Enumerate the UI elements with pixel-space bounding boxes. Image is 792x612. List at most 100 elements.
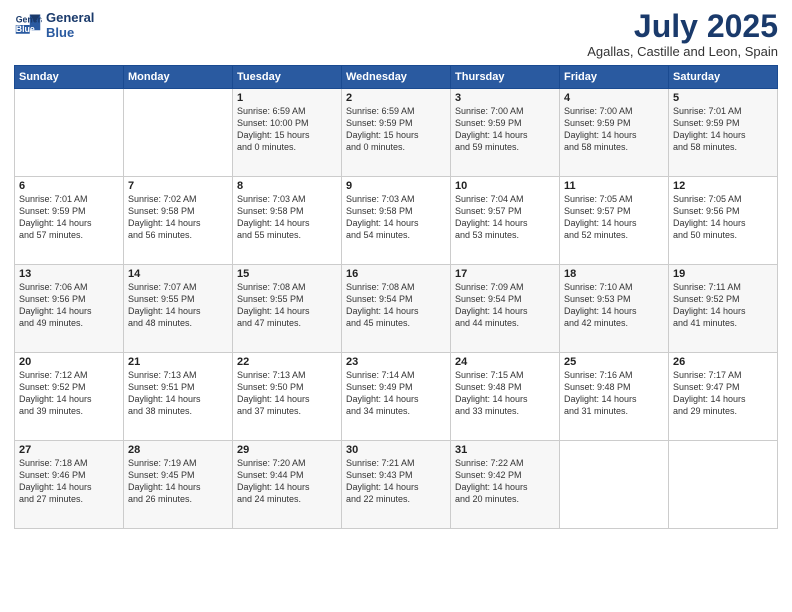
day-number: 11 <box>564 180 664 192</box>
day-number: 28 <box>128 444 228 456</box>
day-number: 17 <box>455 268 555 280</box>
day-number: 1 <box>237 92 337 104</box>
day-number: 27 <box>19 444 119 456</box>
day-number: 6 <box>19 180 119 192</box>
calendar-table: SundayMondayTuesdayWednesdayThursdayFrid… <box>14 65 778 529</box>
day-cell: 21Sunrise: 7:13 AMSunset: 9:51 PMDayligh… <box>124 353 233 441</box>
day-number: 29 <box>237 444 337 456</box>
day-number: 2 <box>346 92 446 104</box>
header-cell-friday: Friday <box>560 66 669 89</box>
day-cell: 4Sunrise: 7:00 AMSunset: 9:59 PMDaylight… <box>560 89 669 177</box>
day-number: 22 <box>237 356 337 368</box>
day-content: Sunrise: 7:13 AMSunset: 9:50 PMDaylight:… <box>237 369 337 418</box>
day-cell: 30Sunrise: 7:21 AMSunset: 9:43 PMDayligh… <box>342 441 451 529</box>
page: General Blue General Blue July 2025 Agal… <box>0 0 792 612</box>
day-cell: 18Sunrise: 7:10 AMSunset: 9:53 PMDayligh… <box>560 265 669 353</box>
day-number: 31 <box>455 444 555 456</box>
day-content: Sunrise: 7:10 AMSunset: 9:53 PMDaylight:… <box>564 281 664 330</box>
header-row: SundayMondayTuesdayWednesdayThursdayFrid… <box>15 66 778 89</box>
day-content: Sunrise: 7:00 AMSunset: 9:59 PMDaylight:… <box>455 105 555 154</box>
header-cell-wednesday: Wednesday <box>342 66 451 89</box>
day-content: Sunrise: 7:15 AMSunset: 9:48 PMDaylight:… <box>455 369 555 418</box>
day-cell: 28Sunrise: 7:19 AMSunset: 9:45 PMDayligh… <box>124 441 233 529</box>
day-cell: 23Sunrise: 7:14 AMSunset: 9:49 PMDayligh… <box>342 353 451 441</box>
svg-text:Blue: Blue <box>16 24 35 34</box>
day-cell: 7Sunrise: 7:02 AMSunset: 9:58 PMDaylight… <box>124 177 233 265</box>
week-row-1: 1Sunrise: 6:59 AMSunset: 10:00 PMDayligh… <box>15 89 778 177</box>
day-number: 13 <box>19 268 119 280</box>
day-content: Sunrise: 7:22 AMSunset: 9:42 PMDaylight:… <box>455 457 555 506</box>
day-content: Sunrise: 7:08 AMSunset: 9:55 PMDaylight:… <box>237 281 337 330</box>
day-content: Sunrise: 7:18 AMSunset: 9:46 PMDaylight:… <box>19 457 119 506</box>
day-number: 15 <box>237 268 337 280</box>
day-cell <box>560 441 669 529</box>
day-cell: 14Sunrise: 7:07 AMSunset: 9:55 PMDayligh… <box>124 265 233 353</box>
day-content: Sunrise: 7:16 AMSunset: 9:48 PMDaylight:… <box>564 369 664 418</box>
day-cell <box>124 89 233 177</box>
day-number: 19 <box>673 268 773 280</box>
day-content: Sunrise: 7:03 AMSunset: 9:58 PMDaylight:… <box>346 193 446 242</box>
day-cell: 24Sunrise: 7:15 AMSunset: 9:48 PMDayligh… <box>451 353 560 441</box>
day-number: 30 <box>346 444 446 456</box>
day-content: Sunrise: 6:59 AMSunset: 10:00 PMDaylight… <box>237 105 337 154</box>
week-row-2: 6Sunrise: 7:01 AMSunset: 9:59 PMDaylight… <box>15 177 778 265</box>
header-cell-thursday: Thursday <box>451 66 560 89</box>
day-content: Sunrise: 7:12 AMSunset: 9:52 PMDaylight:… <box>19 369 119 418</box>
day-cell: 31Sunrise: 7:22 AMSunset: 9:42 PMDayligh… <box>451 441 560 529</box>
day-content: Sunrise: 6:59 AMSunset: 9:59 PMDaylight:… <box>346 105 446 154</box>
day-cell: 27Sunrise: 7:18 AMSunset: 9:46 PMDayligh… <box>15 441 124 529</box>
day-content: Sunrise: 7:13 AMSunset: 9:51 PMDaylight:… <box>128 369 228 418</box>
calendar-subtitle: Agallas, Castille and Leon, Spain <box>587 44 778 59</box>
day-content: Sunrise: 7:04 AMSunset: 9:57 PMDaylight:… <box>455 193 555 242</box>
day-number: 3 <box>455 92 555 104</box>
day-content: Sunrise: 7:01 AMSunset: 9:59 PMDaylight:… <box>19 193 119 242</box>
svg-text:General: General <box>16 14 42 24</box>
day-cell: 19Sunrise: 7:11 AMSunset: 9:52 PMDayligh… <box>669 265 778 353</box>
day-number: 21 <box>128 356 228 368</box>
day-cell: 8Sunrise: 7:03 AMSunset: 9:58 PMDaylight… <box>233 177 342 265</box>
day-number: 16 <box>346 268 446 280</box>
day-cell: 11Sunrise: 7:05 AMSunset: 9:57 PMDayligh… <box>560 177 669 265</box>
day-cell: 29Sunrise: 7:20 AMSunset: 9:44 PMDayligh… <box>233 441 342 529</box>
day-cell: 17Sunrise: 7:09 AMSunset: 9:54 PMDayligh… <box>451 265 560 353</box>
day-cell: 10Sunrise: 7:04 AMSunset: 9:57 PMDayligh… <box>451 177 560 265</box>
day-content: Sunrise: 7:06 AMSunset: 9:56 PMDaylight:… <box>19 281 119 330</box>
day-content: Sunrise: 7:19 AMSunset: 9:45 PMDaylight:… <box>128 457 228 506</box>
day-number: 25 <box>564 356 664 368</box>
header: General Blue General Blue July 2025 Agal… <box>14 10 778 59</box>
day-number: 23 <box>346 356 446 368</box>
calendar-title: July 2025 <box>587 10 778 42</box>
header-cell-monday: Monday <box>124 66 233 89</box>
logo-text-general: General <box>46 10 94 25</box>
day-cell: 16Sunrise: 7:08 AMSunset: 9:54 PMDayligh… <box>342 265 451 353</box>
day-number: 18 <box>564 268 664 280</box>
day-content: Sunrise: 7:01 AMSunset: 9:59 PMDaylight:… <box>673 105 773 154</box>
day-number: 24 <box>455 356 555 368</box>
day-content: Sunrise: 7:05 AMSunset: 9:57 PMDaylight:… <box>564 193 664 242</box>
header-cell-sunday: Sunday <box>15 66 124 89</box>
day-number: 8 <box>237 180 337 192</box>
logo-icon: General Blue <box>14 11 42 39</box>
title-block: July 2025 Agallas, Castille and Leon, Sp… <box>587 10 778 59</box>
day-content: Sunrise: 7:20 AMSunset: 9:44 PMDaylight:… <box>237 457 337 506</box>
day-number: 12 <box>673 180 773 192</box>
day-cell: 15Sunrise: 7:08 AMSunset: 9:55 PMDayligh… <box>233 265 342 353</box>
day-cell: 13Sunrise: 7:06 AMSunset: 9:56 PMDayligh… <box>15 265 124 353</box>
day-content: Sunrise: 7:21 AMSunset: 9:43 PMDaylight:… <box>346 457 446 506</box>
week-row-3: 13Sunrise: 7:06 AMSunset: 9:56 PMDayligh… <box>15 265 778 353</box>
day-content: Sunrise: 7:00 AMSunset: 9:59 PMDaylight:… <box>564 105 664 154</box>
day-cell <box>669 441 778 529</box>
day-content: Sunrise: 7:05 AMSunset: 9:56 PMDaylight:… <box>673 193 773 242</box>
day-cell <box>15 89 124 177</box>
day-cell: 1Sunrise: 6:59 AMSunset: 10:00 PMDayligh… <box>233 89 342 177</box>
day-number: 26 <box>673 356 773 368</box>
day-number: 4 <box>564 92 664 104</box>
day-cell: 26Sunrise: 7:17 AMSunset: 9:47 PMDayligh… <box>669 353 778 441</box>
logo: General Blue General Blue <box>14 10 94 40</box>
day-content: Sunrise: 7:09 AMSunset: 9:54 PMDaylight:… <box>455 281 555 330</box>
day-number: 10 <box>455 180 555 192</box>
day-cell: 5Sunrise: 7:01 AMSunset: 9:59 PMDaylight… <box>669 89 778 177</box>
header-cell-tuesday: Tuesday <box>233 66 342 89</box>
day-number: 7 <box>128 180 228 192</box>
day-number: 14 <box>128 268 228 280</box>
